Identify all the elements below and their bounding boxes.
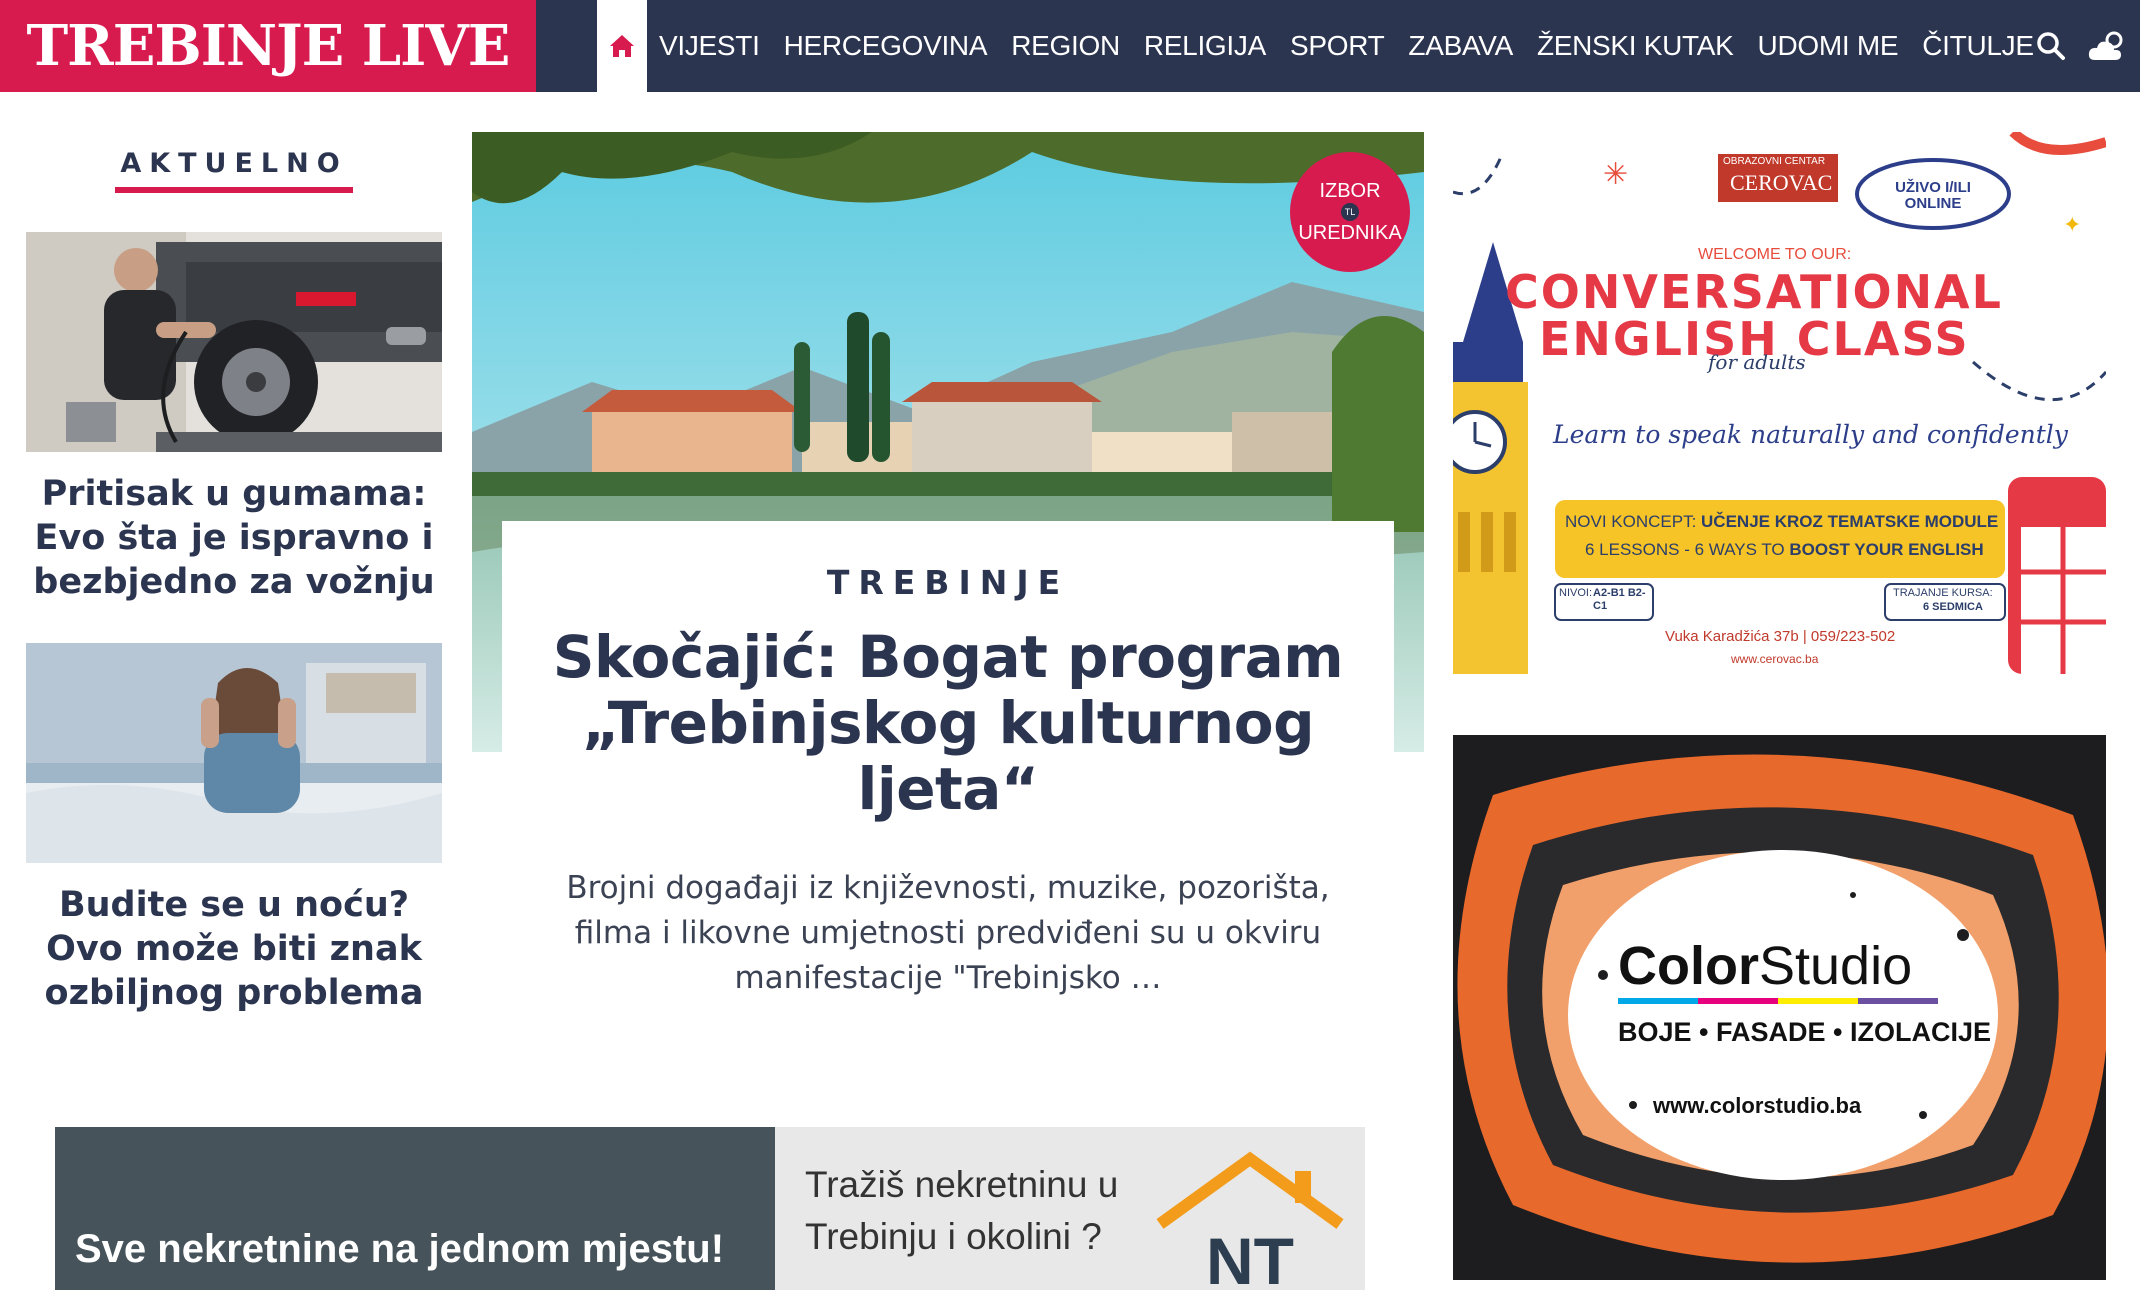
editors-pick-label-top: IZBOR xyxy=(1319,180,1381,202)
svg-text:✦: ✦ xyxy=(2063,213,2081,238)
ad-color-studio-name-light: Studio xyxy=(1759,936,1913,996)
ad-english-school-top: OBRAZOVNI CENTAR xyxy=(1723,156,1826,167)
ad-english-lessons-prefix: 6 LESSONS - 6 WAYS TO xyxy=(1585,540,1790,559)
ad-english-welcome: WELCOME TO OUR: xyxy=(1698,246,1852,263)
nav-item-religija[interactable]: RELIGIJA xyxy=(1132,30,1278,62)
site-logo-text: TREBINJE LIVE xyxy=(26,13,511,79)
section-heading-aktuelno: AKTUELNO xyxy=(115,148,353,193)
ad-english-mode: UŽIVO I/ILI ONLINE xyxy=(1895,179,1971,212)
home-icon xyxy=(610,35,634,57)
weather-icon[interactable] xyxy=(2086,28,2130,64)
ad-english-tagline: Learn to speak naturally and confidently xyxy=(1553,420,2068,449)
nav-item-vijesti[interactable]: VIJESTI xyxy=(647,30,772,62)
main-nav: VIJESTI HERCEGOVINA REGION RELIGIJA SPOR… xyxy=(647,0,2046,92)
ad-english-concept-prefix: NOVI KONCEPT: xyxy=(1565,512,1702,531)
ad-english-levels-label: NIVOI: xyxy=(1559,587,1593,599)
realestate-ad-question-line1: Tražiš nekretninu u xyxy=(805,1164,1119,1205)
top-navbar: TREBINJE LIVE VIJESTI HERCEGOVINA REGION… xyxy=(0,0,2140,92)
nav-item-sport[interactable]: SPORT xyxy=(1278,30,1396,62)
nav-item-zenski-kutak[interactable]: ŽENSKI KUTAK xyxy=(1525,30,1746,62)
editors-pick-badge: IZBOR TL UREDNIKA xyxy=(1290,152,1410,272)
nav-item-udomi-me[interactable]: UDOMI ME xyxy=(1746,30,1911,62)
ad-english-for-adults: for adults xyxy=(1708,350,1806,374)
ad-english-concept-text: UČENJE KROZ TEMATSKE MODULE xyxy=(1701,512,1999,531)
ad-english-school: CEROVAC xyxy=(1730,170,1833,195)
side-article-image[interactable] xyxy=(26,232,442,452)
ad-english-concept: NOVI KONCEPT: UČENJE KROZ TEMATSKE MODUL… xyxy=(1565,512,1998,532)
ad-english-duration-label: TRAJANJE KURSA: xyxy=(1893,587,1993,599)
featured-category[interactable]: TREBINJE xyxy=(502,563,1394,602)
ad-english-levels: A2-B1 B2-C1 xyxy=(1593,587,1646,612)
editors-pick-logo: TL xyxy=(1341,203,1359,221)
house-logo-icon: NT xyxy=(1156,1151,1344,1290)
editors-pick-label-bottom: UREDNIKA xyxy=(1298,222,1402,244)
side-article-title[interactable]: Budite se u noću? Ovo može biti znak ozb… xyxy=(26,883,442,1015)
realestate-ad-question-line2: Trebinju i okolini ? xyxy=(805,1216,1102,1257)
nav-icons xyxy=(2036,0,2130,92)
realestate-ad-question: Tražiš nekretninu u Trebinju i okolini ? xyxy=(805,1159,1118,1263)
svg-text:✳: ✳ xyxy=(1603,157,1628,192)
side-article-title[interactable]: Pritisak u gumama: Evo šta je ispravno i… xyxy=(26,472,442,604)
ad-english-lessons: 6 LESSONS - 6 WAYS TO BOOST YOUR ENGLISH xyxy=(1585,540,1984,560)
realestate-ad-left-panel: Sve nekretnine na jednom mjestu! xyxy=(55,1127,775,1290)
search-icon[interactable] xyxy=(2036,31,2066,61)
featured-article-card: TREBINJE Skočajić: Bogat program „Trebin… xyxy=(502,521,1394,996)
nav-home[interactable] xyxy=(597,0,647,92)
ad-english-class[interactable]: ✳ ✦ OBRAZOVNI CENTAR CEROVAC UŽIVO I/ILI… xyxy=(1453,132,2106,674)
ad-english-address: Vuka Karadžića 37b | 059/223-502 xyxy=(1665,628,1896,645)
ad-color-studio[interactable]: ColorStudio BOJE • FASADE • IZOLACIJE ww… xyxy=(1453,735,2106,1280)
ad-english-duration: 6 SEDMICA xyxy=(1923,601,1983,613)
ad-color-studio-services: BOJE • FASADE • IZOLACIJE xyxy=(1618,1017,1991,1047)
side-article-image[interactable] xyxy=(26,643,442,863)
ad-english-title-line1: CONVERSATIONAL xyxy=(1505,265,2003,319)
side-article-sleep[interactable]: Budite se u noću? Ovo može biti znak ozb… xyxy=(26,643,442,1015)
nav-item-zabava[interactable]: ZABAVA xyxy=(1396,30,1525,62)
featured-title[interactable]: Skočajić: Bogat program „Trebinjskog kul… xyxy=(502,624,1394,822)
ad-english-web[interactable]: www.cerovac.ba xyxy=(1731,652,1818,666)
ad-color-studio-web[interactable]: www.colorstudio.ba xyxy=(1653,1093,1861,1119)
featured-excerpt: Brojni događaji iz književnosti, muzike,… xyxy=(566,870,1330,996)
nav-item-citulje[interactable]: ČITULJE xyxy=(1910,30,2045,62)
side-article-tires[interactable]: Pritisak u gumama: Evo šta je ispravno i… xyxy=(26,232,442,604)
ad-color-studio-name: ColorStudio xyxy=(1618,935,1912,997)
realestate-ad-slogan: Sve nekretnine na jednom mjestu! xyxy=(75,1227,725,1271)
nav-item-hercegovina[interactable]: HERCEGOVINA xyxy=(772,30,1000,62)
ad-color-studio-name-bold: Color xyxy=(1618,936,1759,996)
ad-english-lessons-text: BOOST YOUR ENGLISH xyxy=(1789,540,1984,559)
realestate-ad-logo-text: NT xyxy=(1206,1224,1294,1290)
realestate-ad-banner[interactable]: Sve nekretnine na jednom mjestu! Tražiš … xyxy=(55,1127,1365,1290)
site-logo[interactable]: TREBINJE LIVE xyxy=(0,0,536,92)
nav-item-region[interactable]: REGION xyxy=(999,30,1132,62)
